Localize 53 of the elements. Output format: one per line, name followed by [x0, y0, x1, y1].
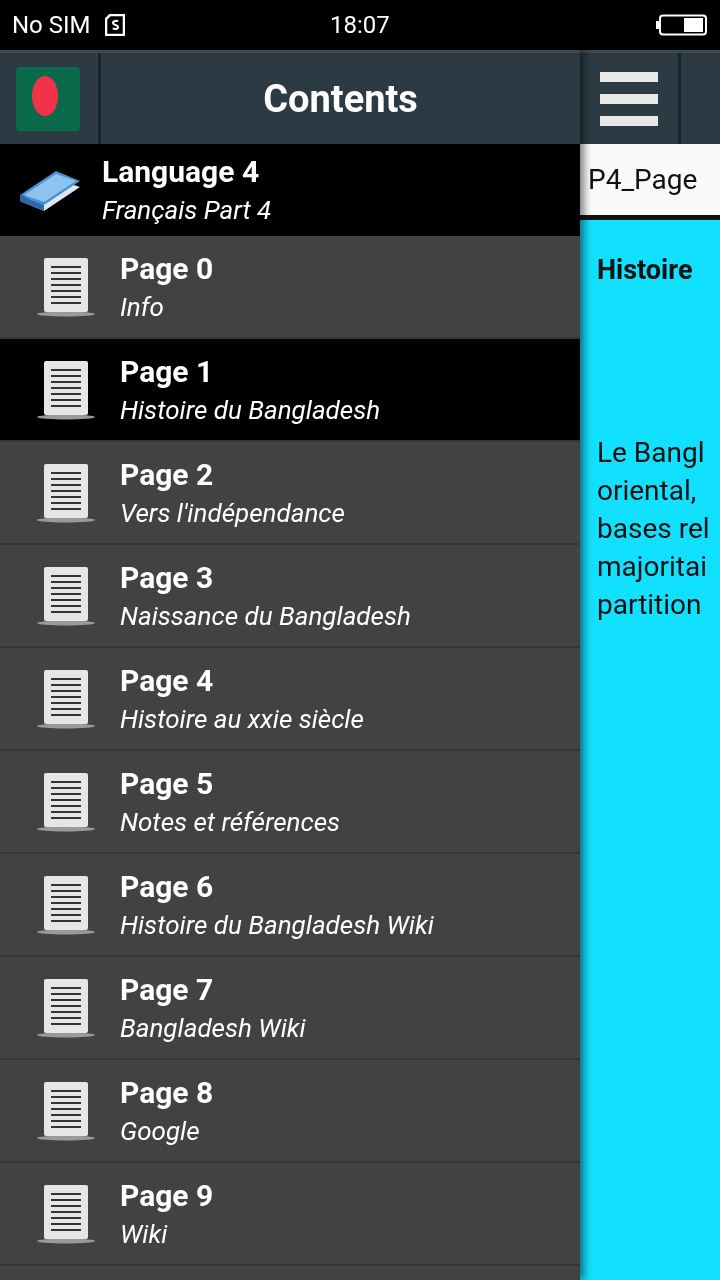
item-title: Page 0	[120, 249, 214, 288]
sim-icon	[104, 14, 125, 36]
drawer-item[interactable]: Page 6 Histoire du Bangladesh Wiki	[0, 854, 580, 957]
item-subtitle: Naissance du Bangladesh	[120, 599, 411, 633]
item-title: Page 3	[120, 558, 215, 597]
item-title: Page 1	[120, 352, 215, 391]
item-subtitle: Histoire du Bangladesh Wiki	[120, 908, 434, 942]
language-subtitle: Français Part 4	[102, 194, 272, 227]
language-title: Language 4	[102, 153, 261, 191]
battery-icon	[656, 14, 708, 36]
drawer-item[interactable]: Page 8 Google	[0, 1060, 580, 1163]
item-title: Page 9	[120, 1176, 214, 1215]
flag-logo-icon	[16, 66, 80, 131]
item-title: Page 7	[120, 970, 215, 1009]
drawer-item[interactable]: Page 4 Histoire au xxie siècle	[0, 648, 580, 751]
item-title: Page 6	[120, 867, 215, 906]
document-icon	[36, 667, 96, 730]
item-subtitle: Info	[120, 290, 165, 324]
item-subtitle: Wiki	[120, 1217, 169, 1251]
drawer-item[interactable]: Page 1 Histoire du Bangladesh	[0, 339, 580, 442]
item-title: Page 4	[120, 661, 215, 700]
item-title: Page 8	[120, 1073, 214, 1112]
document-icon	[36, 564, 96, 627]
item-subtitle: Google	[120, 1114, 201, 1148]
language-row[interactable]: Language 4 Français Part 4	[0, 144, 580, 236]
drawer-item[interactable]: Page 5 Notes et références	[0, 751, 580, 854]
document-icon	[36, 1182, 96, 1245]
document-icon	[36, 255, 96, 318]
clock-text: 18:07	[330, 11, 390, 39]
document-icon	[36, 1079, 96, 1142]
drawer-item[interactable]: Page 7 Bangladesh Wiki	[0, 957, 580, 1060]
drawer-item[interactable]: Page 0 Info	[0, 236, 580, 339]
document-icon	[36, 461, 96, 524]
item-subtitle: Vers l'indépendance	[120, 496, 345, 530]
item-subtitle: Notes et références	[120, 805, 341, 839]
item-subtitle: Histoire au xxie siècle	[120, 702, 364, 736]
drawer-item[interactable]: Page 2 Vers l'indépendance	[0, 442, 580, 545]
drawer-title: Contents	[262, 76, 419, 121]
document-icon	[36, 873, 96, 936]
carrier-text: No SIM	[12, 11, 91, 39]
menu-icon	[600, 71, 658, 126]
page-title: P4_Page	[587, 163, 698, 196]
document-icon	[36, 770, 96, 833]
item-subtitle: Histoire du Bangladesh	[120, 393, 381, 427]
content-paragraph: Le Bangl oriental, bases rel majoritai partition	[597, 435, 711, 623]
document-icon	[36, 358, 96, 421]
item-subtitle: Bangladesh Wiki	[120, 1011, 306, 1045]
item-title: Page 2	[120, 455, 215, 494]
drawer-item[interactable]: Page 3 Naissance du Bangladesh	[0, 545, 580, 648]
drawer-item[interactable]: Page 9 Wiki	[0, 1163, 580, 1266]
item-title: Page 5	[120, 764, 215, 803]
content-heading: Histoire	[597, 254, 694, 286]
document-icon	[36, 976, 96, 1039]
